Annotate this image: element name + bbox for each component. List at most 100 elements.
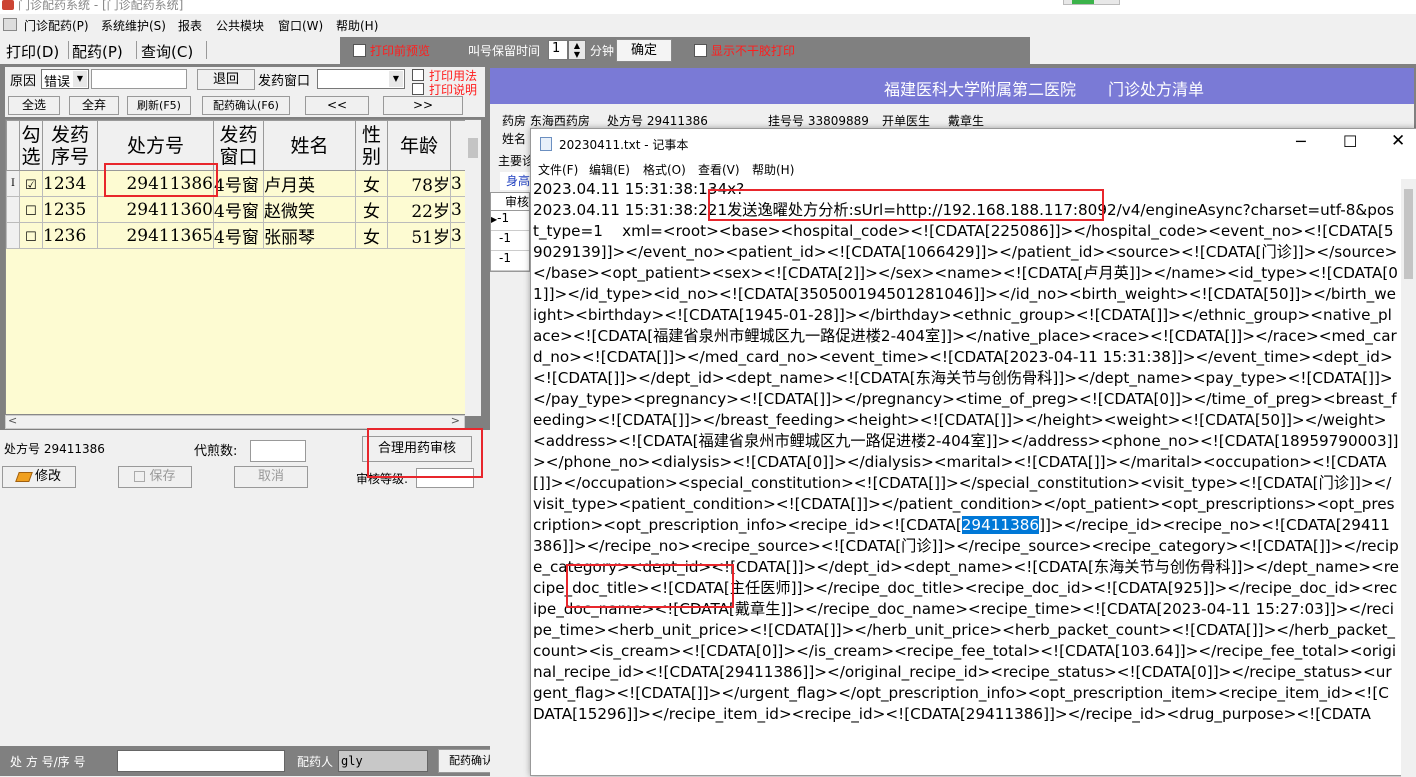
print-preview-checkbox[interactable] [353,44,366,57]
table-row[interactable]: ☐ 1235 29411360 4号窗 赵微笑 女 22岁 3 [6,196,471,223]
review-subgrid: 审核 ▶-1 -1 -1 [490,192,530,272]
return-button[interactable]: 退回 [197,69,255,90]
log-text-after: ]]></recipe_id><recipe_no><![CDATA[29411… [533,516,1399,723]
col-window: 发药窗口 [213,120,264,171]
rx-no-label: 处方号 29411386 [607,114,708,128]
tab-query[interactable]: 查询(C) [141,41,193,62]
row-checkbox[interactable]: ☑ [25,178,37,193]
no-face-print-checkbox[interactable] [694,44,707,57]
rx-cell: 29411365 [97,222,214,249]
diagnosis-label: 主要诊 [498,154,535,168]
menu-report[interactable]: 报表 [178,17,202,34]
doctor-label: 开单医生 [882,114,931,128]
top-toolbar: 打印前预览 叫号保留时间 分钟 显示不干胶打印 [340,37,1030,64]
print-note-checkbox[interactable] [412,83,424,95]
print-preview-label: 打印前预览 [370,44,431,58]
window-title: 门诊配药系统 - [门诊配药系统] [18,0,184,12]
ok-button[interactable]: 确定 [616,39,672,62]
minimize-icon[interactable]: ─ [1296,132,1306,151]
col-check: 勾选 [19,120,43,171]
menu-common[interactable]: 公共模块 [216,17,264,34]
review-value: -1 [491,251,529,271]
tab-print[interactable]: 打印(D) [6,41,59,62]
np-menu-format[interactable]: 格式(O) [643,161,686,178]
chevron-down-icon: ▼ [389,71,403,87]
seq-cell: 1236 [42,222,98,249]
save-button[interactable]: 保存 [118,466,192,488]
reason-label: 原因 [10,74,37,89]
pharmacy-label: 药房 东海西药房 [502,114,590,128]
row-checkbox[interactable]: ☐ [25,204,37,219]
sex-cell: 女 [355,196,388,223]
row-checkbox[interactable]: ☐ [25,230,37,245]
table-row[interactable]: I ☑ 1234 29411386 4号窗 卢月英 女 78岁 3 [6,170,471,197]
col-seq: 发药序号 [42,120,98,171]
dispenser-input[interactable]: gly [338,750,428,772]
annotation-box-url [708,189,1104,221]
np-menu-help[interactable]: 帮助(H) [752,161,794,178]
decoct-input[interactable] [250,440,306,462]
reg-no-label: 挂号号 33809889 [768,114,869,128]
table-row[interactable]: ☐ 1236 29411365 4号窗 张丽琴 女 51岁 3 [6,222,471,249]
report-title: 福建医科大学附属第二医院 门诊处方清单 [884,80,1205,99]
np-menu-edit[interactable]: 编辑(E) [589,161,630,178]
annotation-box-recipe-id [566,564,734,608]
notepad-icon [540,137,552,151]
menu-help[interactable]: 帮助(H) [336,17,378,34]
grid-horizontal-scrollbar[interactable]: < > [5,414,465,429]
main-tabs: 打印(D) 配药(P) 查询(C) [0,37,340,63]
decoct-label: 代煎数: [194,444,238,459]
next-button[interactable]: >> [383,96,463,115]
rx-number-label: 处方号 29411386 [4,442,105,456]
modify-button[interactable]: 修改 [2,466,76,488]
notepad-scrollbar[interactable] [1401,179,1416,777]
chevron-down-icon: ▼ [73,71,87,87]
document-icon [3,18,17,31]
prescription-grid: 勾选 发药序号 处方号 发药窗口 姓名 性别 年龄 I ☑ 1234 29411… [5,119,481,415]
sex-cell: 女 [355,170,388,197]
cancel-button[interactable]: 取消 [234,466,308,488]
window-cell: 4号窗 [213,170,264,197]
retain-time-stepper[interactable]: ▲ ▼ [568,40,586,60]
maximize-icon[interactable]: ☐ [1343,132,1357,151]
menu-dispense[interactable]: 门诊配药(P) [24,17,89,34]
tab-dispense[interactable]: 配药(P) [72,41,123,62]
reason-input[interactable] [91,69,187,89]
name-label: 姓名 [502,132,527,146]
refresh-button[interactable]: 刷新(F5) [127,96,191,115]
np-menu-file[interactable]: 文件(F) [538,161,578,178]
notepad-title: 20230411.txt - 记事本 [559,138,689,152]
notepad-window[interactable]: 20230411.txt - 记事本 ─ ☐ ✕ 文件(F) 编辑(E) 格式(… [530,128,1416,777]
close-icon[interactable]: ✕ [1391,131,1405,151]
log-text-before: 2023.04.11 15:31:38:221发送逸曜处方分析:sUrl=htt… [533,201,1399,534]
dispense-confirm-button[interactable]: 配药确认(F6) [202,96,290,115]
notepad-text-area[interactable]: 2023.04.11 15:31:38:134x? 2023.04.11 15:… [533,179,1399,777]
print-usage-checkbox[interactable] [412,69,424,81]
menu-bar: 门诊配药(P) 系统维护(S) 报表 公共模块 窗口(W) 帮助(H) [0,14,1416,36]
notepad-menu: 文件(F) 编辑(E) 格式(O) 查看(V) 帮助(H) [531,159,1416,179]
discard-all-button[interactable]: 全弃 [69,96,119,115]
rx-seq-input[interactable] [117,750,285,772]
name-cell: 张丽琴 [263,222,356,249]
menu-system[interactable]: 系统维护(S) [101,17,166,34]
grid-vertical-scrollbar[interactable] [465,120,481,416]
review-value: -1 [491,231,529,251]
select-all-button[interactable]: 全选 [8,96,60,115]
age-cell: 22岁 [387,196,451,223]
col-name: 姓名 [263,120,356,171]
menu-window[interactable]: 窗口(W) [278,17,323,34]
app-icon [2,0,14,10]
dispense-window-label: 发药窗口 [258,74,311,89]
col-sex: 性别 [355,120,388,171]
selected-recipe-id: 29411386 [961,516,1040,534]
name-cell: 赵微笑 [263,196,356,223]
height-label: 身高 [500,172,530,190]
rx-cell: 29411360 [97,196,214,223]
reason-select[interactable]: 错误 ▼ [41,69,89,90]
prev-button[interactable]: << [305,96,369,115]
dispense-window-select[interactable]: ▼ [317,69,405,89]
window-cell: 4号窗 [213,222,264,249]
save-icon [134,471,146,482]
retain-time-input[interactable]: 1 [548,40,568,60]
np-menu-view[interactable]: 查看(V) [698,161,740,178]
